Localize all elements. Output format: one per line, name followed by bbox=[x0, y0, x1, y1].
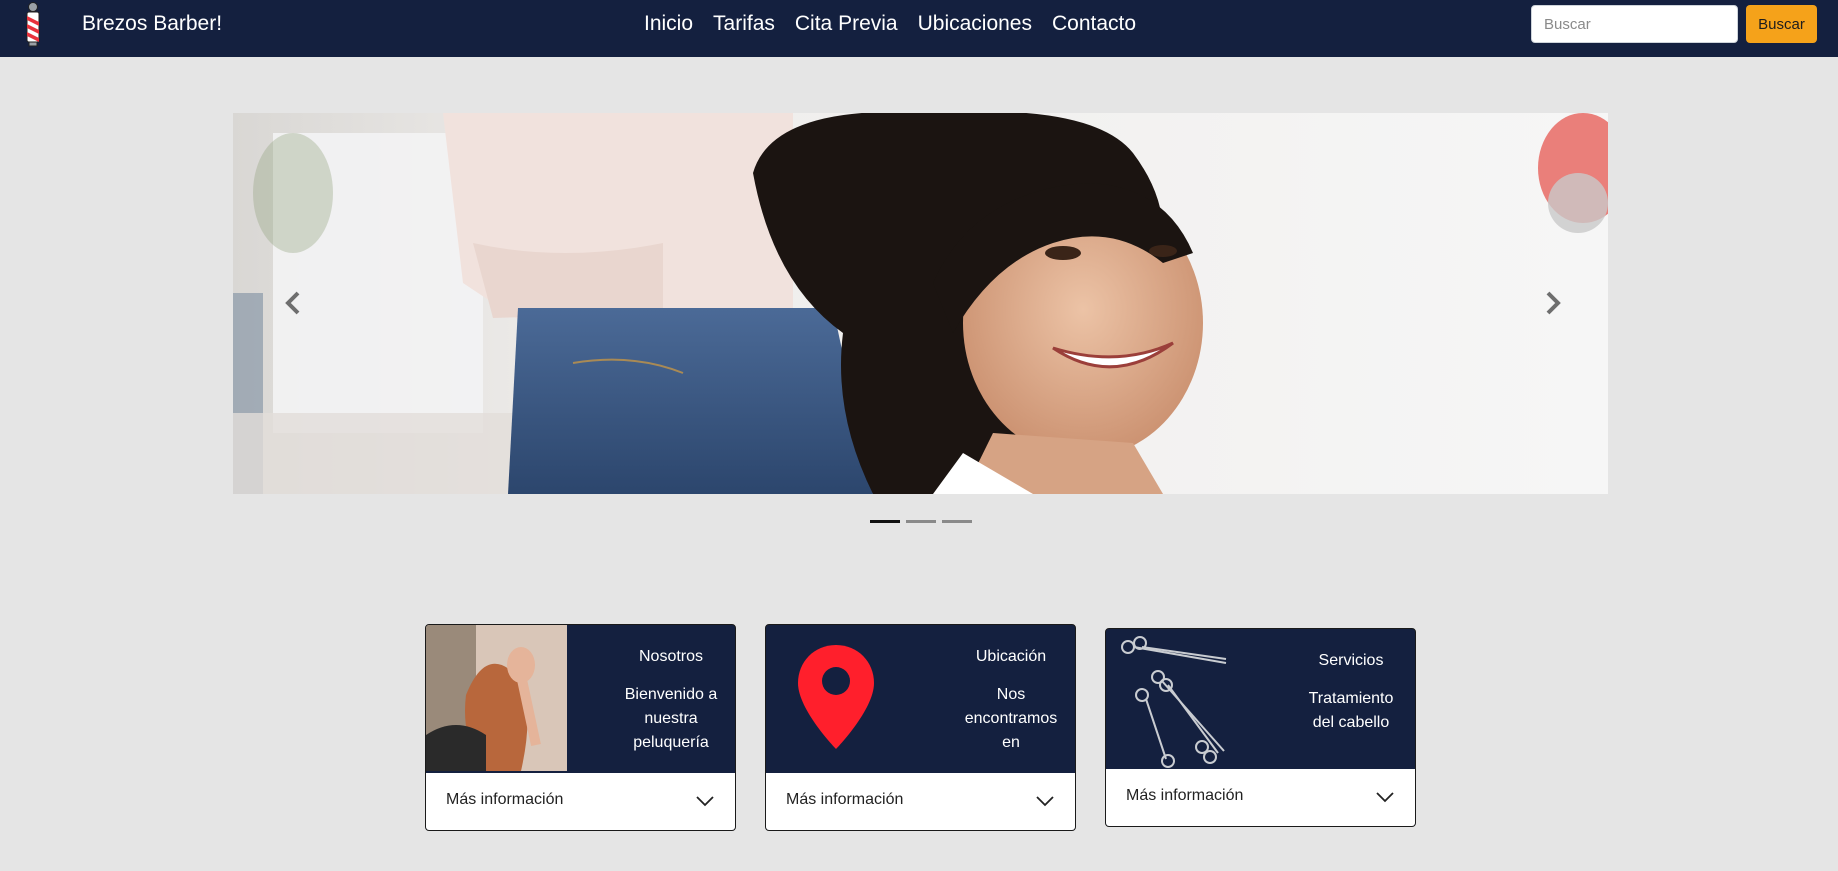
nav-link-tarifas[interactable]: Tarifas bbox=[713, 12, 775, 36]
carousel-indicator-1[interactable] bbox=[870, 520, 900, 523]
carousel-indicator-2[interactable] bbox=[906, 520, 936, 523]
barber-pole-logo[interactable] bbox=[22, 2, 44, 48]
card-text-line: encontramos bbox=[964, 710, 1058, 727]
carousel-indicators bbox=[870, 520, 972, 523]
main-nav: Inicio Tarifas Cita Previa Ubicaciones C… bbox=[644, 12, 1156, 36]
nav-link-contacto[interactable]: Contacto bbox=[1052, 12, 1136, 36]
card-text-line: en bbox=[1002, 734, 1020, 751]
card-title: Nosotros bbox=[638, 648, 704, 665]
more-info-label: Más información bbox=[446, 791, 564, 808]
card-text-line: Tratamiento bbox=[1308, 690, 1394, 707]
navbar: Brezos Barber! Inicio Tarifas Cita Previ… bbox=[0, 0, 1838, 57]
carousel-indicator-3[interactable] bbox=[942, 520, 972, 523]
card-text-line: Bienvenido a bbox=[624, 686, 718, 703]
hero-carousel bbox=[233, 113, 1608, 494]
card-servicios: Servicios Tratamiento del cabello Más in… bbox=[1105, 628, 1416, 827]
search-input[interactable] bbox=[1531, 5, 1738, 43]
card-text-line: nuestra bbox=[644, 710, 698, 727]
nav-link-ubicaciones[interactable]: Ubicaciones bbox=[918, 12, 1032, 36]
card-title: Servicios bbox=[1318, 652, 1384, 669]
card-text: Tratamiento del cabello bbox=[1286, 687, 1415, 735]
card-text: Nos encontramos en bbox=[946, 683, 1075, 755]
search-button[interactable]: Buscar bbox=[1746, 5, 1817, 43]
carousel-next-icon[interactable] bbox=[1533, 283, 1573, 323]
more-info-label: Más información bbox=[786, 791, 904, 808]
chevron-down-icon bbox=[1376, 792, 1394, 803]
more-info-toggle[interactable]: Más información bbox=[426, 773, 735, 830]
card-text-line: del cabello bbox=[1312, 714, 1390, 731]
map-pin-icon bbox=[766, 625, 907, 771]
brand-title[interactable]: Brezos Barber! bbox=[82, 12, 222, 36]
nav-link-inicio[interactable]: Inicio bbox=[644, 12, 693, 36]
card-title: Ubicación bbox=[975, 648, 1047, 665]
more-info-toggle[interactable]: Más información bbox=[1106, 769, 1415, 826]
chevron-down-icon bbox=[696, 796, 714, 807]
more-info-toggle[interactable]: Más información bbox=[766, 773, 1075, 830]
card-text-line: peluquería bbox=[633, 734, 709, 751]
carousel-slide-image bbox=[233, 113, 1608, 494]
more-info-label: Más información bbox=[1126, 787, 1244, 804]
card-text-line: Nos bbox=[996, 686, 1026, 703]
card-text: Bienvenido a nuestra peluquería bbox=[606, 683, 735, 755]
nav-link-cita-previa[interactable]: Cita Previa bbox=[795, 12, 898, 36]
hair-salon-photo bbox=[426, 625, 567, 771]
carousel-prev-icon[interactable] bbox=[273, 283, 313, 323]
card-ubicacion: Ubicación Nos encontramos en Más informa… bbox=[765, 624, 1076, 831]
chevron-down-icon bbox=[1036, 796, 1054, 807]
scissors-photo bbox=[1106, 629, 1247, 775]
card-nosotros: Nosotros Bienvenido a nuestra peluquería… bbox=[425, 624, 736, 831]
